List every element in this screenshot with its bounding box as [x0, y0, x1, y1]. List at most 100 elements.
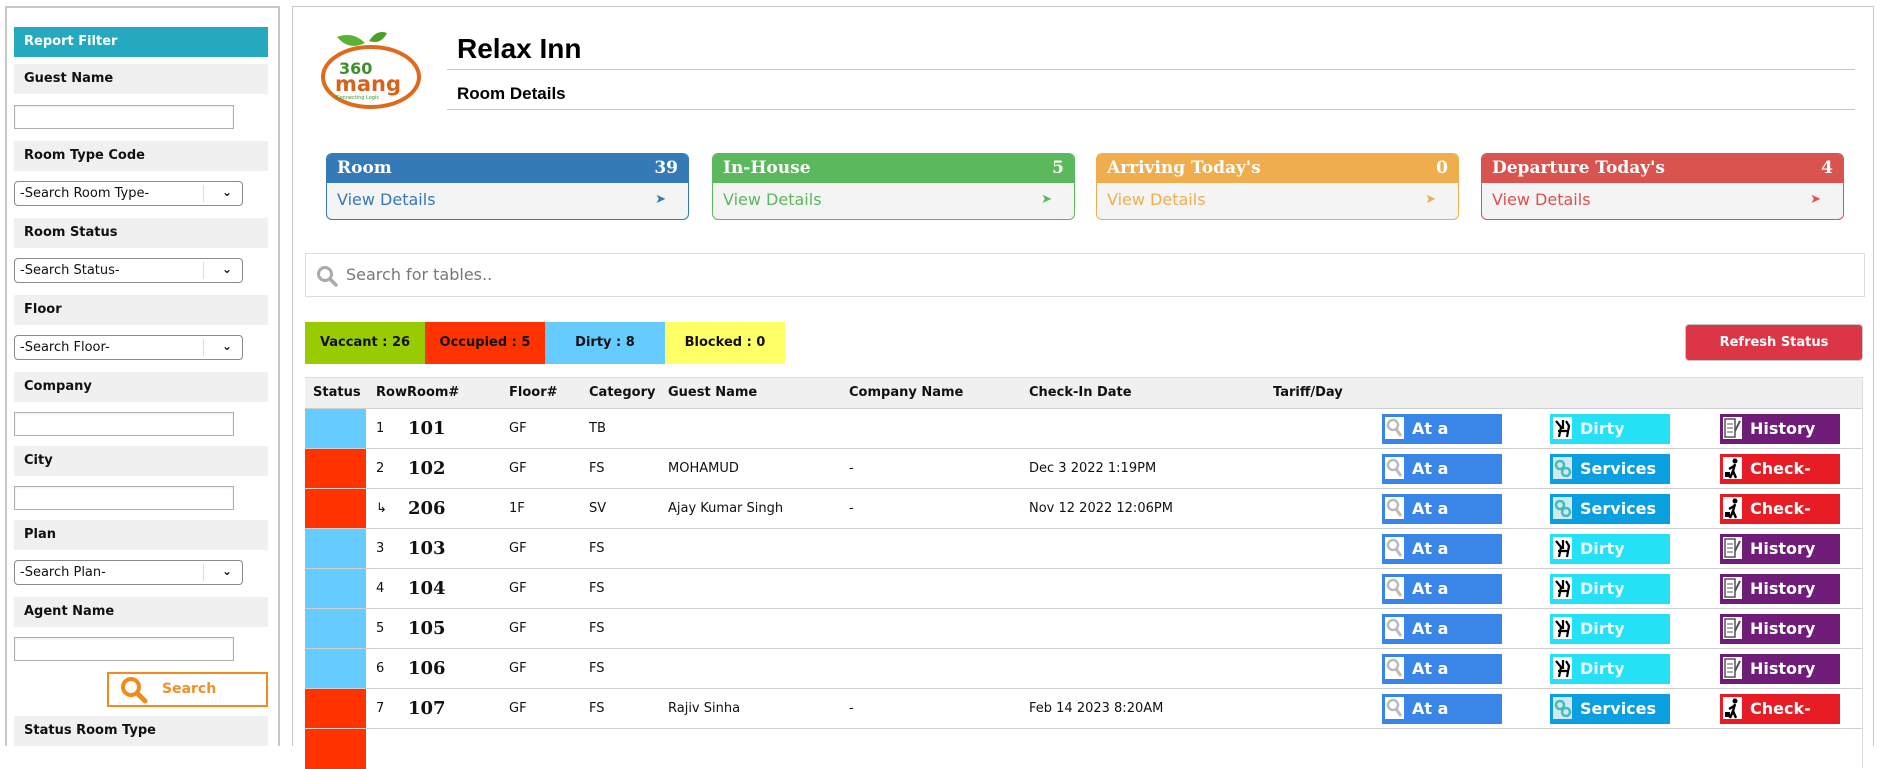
check-out-icon — [1723, 697, 1742, 719]
table-body: 1 101 GF TB 20.00 At a Glance Dirty Hist… — [305, 408, 1862, 769]
title-divider — [447, 69, 1855, 70]
at-a-glance-button[interactable]: At a Glance — [1382, 694, 1502, 748]
departure-today-card[interactable]: Departure Today's 4 View Details ➤ — [1481, 153, 1844, 220]
select-separator — [203, 185, 204, 202]
dirty-count[interactable]: Dirty : 8 — [545, 322, 665, 364]
at-a-glance-button[interactable]: At a Glance — [1382, 614, 1502, 668]
col-category: Category — [589, 385, 656, 400]
row-number: 7 — [376, 701, 385, 716]
company-input[interactable] — [14, 412, 234, 436]
view-details-link[interactable]: View Details ➤ — [1097, 183, 1458, 219]
chevron-down-icon: ⌄ — [221, 185, 232, 199]
row-number: 2 — [376, 461, 385, 476]
at-a-glance-button[interactable]: At a Glance — [1382, 654, 1502, 708]
history-button[interactable]: History — [1720, 614, 1840, 644]
row-number: 3 — [376, 541, 385, 556]
room-summary-card[interactable]: Room 39 View Details ➤ — [326, 153, 689, 220]
room-number[interactable]: 206 — [408, 489, 446, 529]
services-button[interactable]: Services — [1550, 494, 1670, 524]
category: FS — [589, 541, 605, 556]
table-row: 3 103 GF FS 15.00 At a Glance Dirty Hist… — [305, 528, 1862, 588]
in-house-card[interactable]: In-House 5 View Details ➤ — [712, 153, 1075, 220]
services-icon — [1553, 457, 1572, 479]
dirty-button[interactable]: Dirty — [1550, 574, 1670, 604]
view-details-label: View Details — [1107, 190, 1206, 209]
services-button[interactable]: Services — [1550, 454, 1670, 484]
agent-name-input[interactable] — [14, 637, 234, 661]
floor-select[interactable]: -Search Floor- ⌄ — [14, 335, 243, 360]
room-type-select[interactable]: -Search Room Type- ⌄ — [14, 181, 243, 206]
floor: GF — [509, 701, 527, 716]
services-button[interactable]: Services — [1550, 694, 1670, 724]
mid-action-label: Dirty — [1580, 419, 1625, 438]
history-icon — [1723, 577, 1742, 599]
checkin-date: Dec 3 2022 1:19PM — [1029, 461, 1157, 476]
row-number: 1 — [376, 421, 385, 436]
history-button[interactable]: History — [1720, 654, 1840, 684]
col-company-name: Company Name — [849, 385, 964, 400]
view-details-link[interactable]: View Details ➤ — [1482, 183, 1843, 219]
at-a-glance-button[interactable]: At a Glance — [1382, 574, 1502, 628]
vacant-count[interactable]: Vaccant : 26 — [305, 322, 425, 364]
history-icon — [1723, 657, 1742, 679]
room-type-selected: -Search Room Type- — [20, 186, 150, 201]
check-out-button[interactable]: Check-Out — [1720, 494, 1840, 548]
card-count: 39 — [654, 158, 678, 178]
row-number: 4 — [376, 581, 385, 596]
card-label: Room — [337, 158, 392, 178]
card-count: 4 — [1821, 158, 1833, 178]
dirty-button[interactable]: Dirty — [1550, 654, 1670, 684]
check-out-button[interactable]: Check-Out — [1720, 454, 1840, 508]
view-details-link[interactable]: View Details ➤ — [713, 183, 1074, 219]
arriving-today-card[interactable]: Arriving Today's 0 View Details ➤ — [1096, 153, 1459, 220]
blocked-count[interactable]: Blocked : 0 — [665, 322, 785, 364]
history-button[interactable]: History — [1720, 414, 1840, 444]
history-button[interactable]: History — [1720, 534, 1840, 564]
room-number[interactable]: 104 — [408, 569, 446, 609]
mid-action-label: Dirty — [1580, 579, 1625, 598]
at-a-glance-button[interactable]: At a Glance — [1382, 414, 1502, 468]
dirty-icon — [1553, 537, 1572, 559]
guest-name-label: Guest Name — [14, 64, 268, 94]
table-search-input[interactable]: Search for tables.. — [305, 253, 1865, 297]
col-tariff: Tariff/Day — [1273, 385, 1343, 400]
room-number[interactable]: 101 — [408, 409, 446, 449]
history-icon — [1723, 617, 1742, 639]
rooms-table: Status Row Room# Floor# Category Guest N… — [305, 377, 1863, 769]
refresh-status-button[interactable]: Refresh Status — [1685, 324, 1863, 361]
city-input[interactable] — [14, 486, 234, 510]
dirty-button[interactable]: Dirty — [1550, 534, 1670, 564]
check-out-button[interactable]: Check-Out — [1720, 694, 1840, 748]
guest-name-input[interactable] — [14, 105, 234, 129]
room-number[interactable]: 102 — [408, 449, 446, 489]
at-a-glance-button[interactable]: At a Glance — [1382, 494, 1502, 548]
page-subtitle: Room Details — [457, 84, 566, 103]
search-button-label: Search — [162, 681, 217, 697]
category: FS — [589, 621, 605, 636]
status-color-cell — [305, 729, 366, 769]
dirty-button[interactable]: Dirty — [1550, 414, 1670, 444]
table-row: 1 101 GF TB 20.00 At a Glance Dirty Hist… — [305, 408, 1862, 468]
room-number[interactable]: 103 — [408, 529, 446, 569]
room-number[interactable]: 107 — [408, 689, 446, 729]
checkin-date: Feb 14 2023 8:20AM — [1029, 701, 1164, 716]
mid-action-label: Services — [1580, 459, 1657, 478]
status-legend: Vaccant : 26 Occupied : 5 Dirty : 8 Bloc… — [305, 322, 785, 364]
plan-select[interactable]: -Search Plan- ⌄ — [14, 560, 243, 585]
col-status: Status — [313, 385, 361, 400]
row-number: 6 — [376, 661, 385, 676]
select-separator — [203, 339, 204, 356]
history-button[interactable]: History — [1720, 574, 1840, 604]
services-icon — [1553, 497, 1572, 519]
room-number[interactable]: 105 — [408, 609, 446, 649]
search-button[interactable]: Search — [107, 672, 268, 707]
room-status-select[interactable]: -Search Status- ⌄ — [14, 258, 243, 283]
dirty-button[interactable]: Dirty — [1550, 614, 1670, 644]
at-a-glance-button[interactable]: At a Glance — [1382, 454, 1502, 508]
at-a-glance-button[interactable]: At a Glance — [1382, 534, 1502, 588]
view-details-link[interactable]: View Details ➤ — [327, 183, 688, 219]
room-number[interactable]: 106 — [408, 649, 446, 689]
arrow-right-icon: ➤ — [1810, 192, 1821, 207]
checkin-date: Nov 12 2022 12:06PM — [1029, 501, 1173, 516]
occupied-count[interactable]: Occupied : 5 — [425, 322, 545, 364]
